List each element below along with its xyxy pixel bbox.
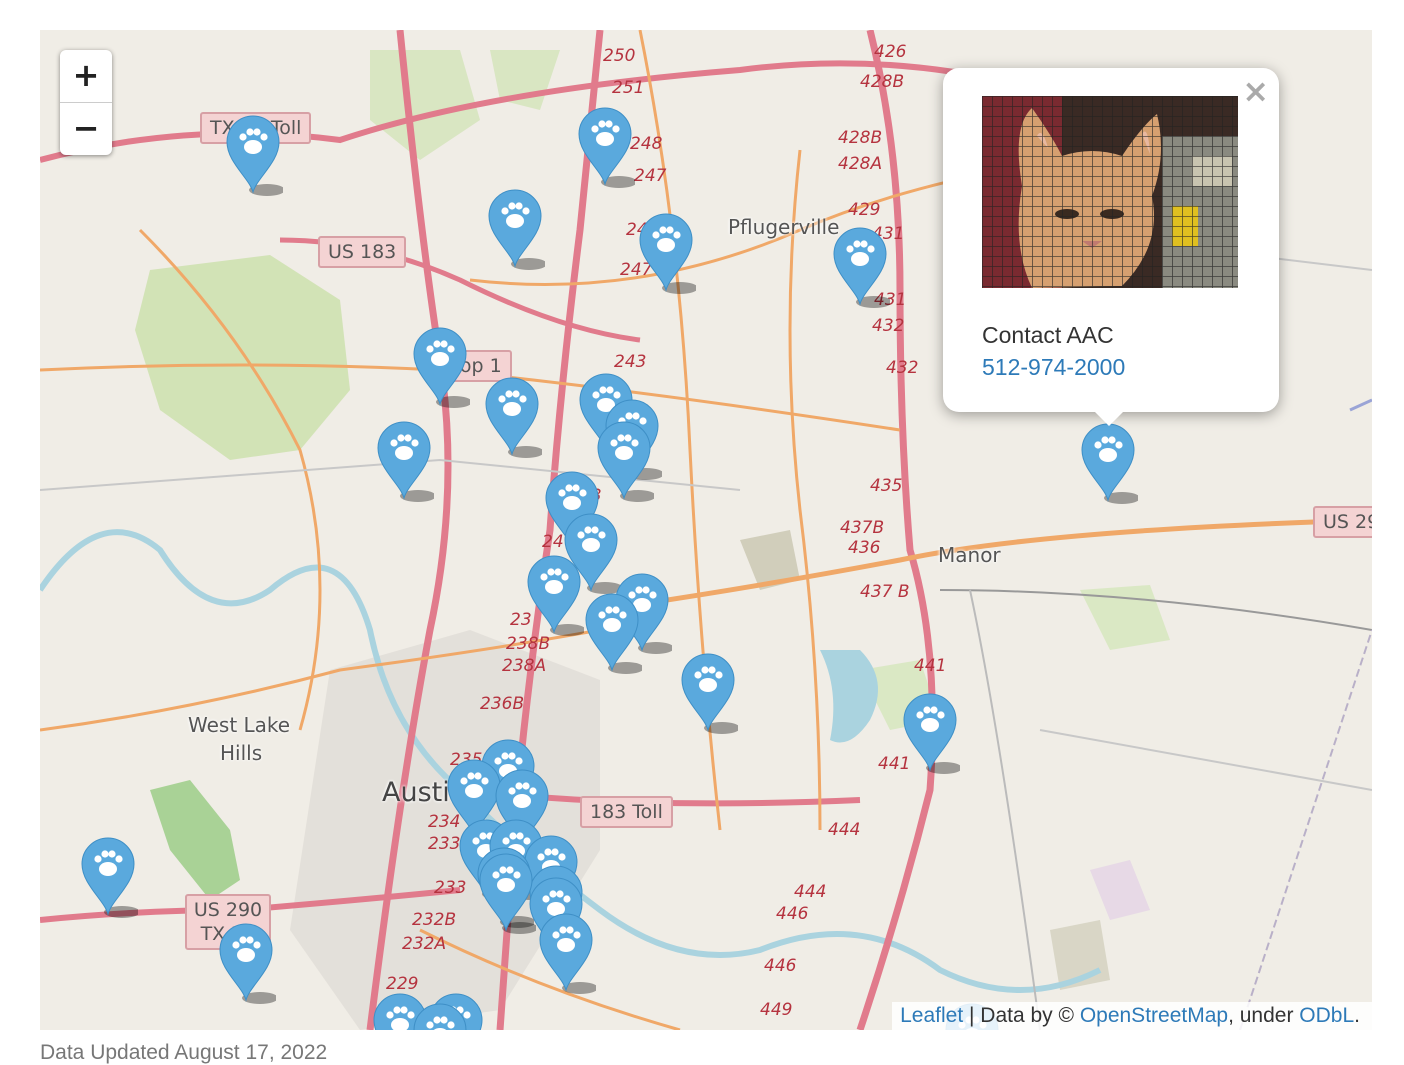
exit-label: 435 [870,476,903,496]
attribution-text: , under [1228,1004,1300,1027]
paw-marker-icon[interactable] [410,324,472,410]
road-shield: 183 Toll [580,796,673,828]
odbl-link[interactable]: ODbL [1299,1004,1354,1027]
exit-label: 428B [838,128,883,148]
exit-label: 437 B [860,582,910,602]
exit-label: 446 [764,956,797,976]
place-label-west-lake: West Lake [188,713,291,737]
exit-label: 426 [874,42,907,62]
exit-label: 428B [860,72,905,92]
paw-marker-icon[interactable] [678,650,740,736]
paw-marker-icon[interactable] [536,910,598,996]
attribution-text: . [1354,1004,1360,1027]
paw-marker-icon[interactable] [482,374,544,460]
data-updated-text: Data Updated August 17, 2022 [40,1041,328,1064]
paw-marker-icon[interactable] [830,224,892,310]
exit-label: 432 [872,316,905,336]
exit-label: 436 [848,538,881,558]
place-label-pflugerville: Pflugerville [728,215,840,239]
marker-popup: × Contact AAC 512-974-2000 [943,68,1279,426]
zoom-in-button[interactable]: + [60,50,112,102]
zoom-out-button[interactable]: − [60,102,112,155]
attribution-text: | Data by © [963,1004,1080,1027]
exit-label: 428A [838,154,883,174]
exit-label: 236B [480,694,525,714]
exit-label: 238A [502,656,547,676]
exit-label: 232A [402,934,447,954]
place-label-manor: Manor [938,543,1001,567]
paw-marker-icon[interactable] [485,186,547,272]
paw-marker-icon[interactable] [900,690,962,776]
paw-marker-icon[interactable] [582,590,644,676]
road-shield: US 290 [1313,506,1372,538]
exit-label: 243 [614,352,647,372]
popup-contact-text: Contact AAC [982,322,1114,348]
paw-marker-icon[interactable] [575,104,637,190]
exit-label: 449 [760,1000,793,1020]
zoom-control: + − [60,50,112,155]
leaflet-link[interactable]: Leaflet [900,1004,963,1027]
paw-marker-icon[interactable] [78,834,140,920]
exit-label: 444 [794,882,827,902]
exit-label: 446 [776,904,809,924]
place-label-hills: Hills [220,741,263,765]
close-icon[interactable]: × [1242,72,1269,110]
paw-marker-icon[interactable] [410,1000,470,1030]
road-shield: US 183 [318,236,407,268]
exit-label: 250 [603,46,636,66]
popup-tip [1091,408,1127,426]
paw-marker-icon[interactable] [524,552,586,638]
paw-marker-icon[interactable] [374,418,436,504]
paw-marker-icon[interactable] [594,418,656,504]
paw-marker-icon[interactable] [223,112,285,198]
exit-label: 437B [840,518,885,538]
exit-label: 247 [634,166,667,186]
exit-label: 251 [612,78,645,98]
exit-label: 432 [886,358,919,378]
paw-marker-icon[interactable] [216,920,278,1006]
map[interactable]: + − TX 45 Toll US 183 Loop 1 183 Toll US… [40,30,1372,1030]
paw-marker-icon[interactable] [1078,420,1140,506]
exit-label: 441 [914,656,947,676]
map-attribution: Leaflet | Data by © OpenStreetMap, under… [892,1002,1372,1030]
popup-phone-link[interactable]: 512-974-2000 [982,354,1125,381]
exit-label: 444 [828,820,861,840]
cat-photo [982,96,1238,288]
exit-label: 232B [412,910,457,930]
exit-label: 429 [848,200,881,220]
paw-marker-icon[interactable] [636,210,698,296]
osm-link[interactable]: OpenStreetMap [1080,1004,1228,1027]
